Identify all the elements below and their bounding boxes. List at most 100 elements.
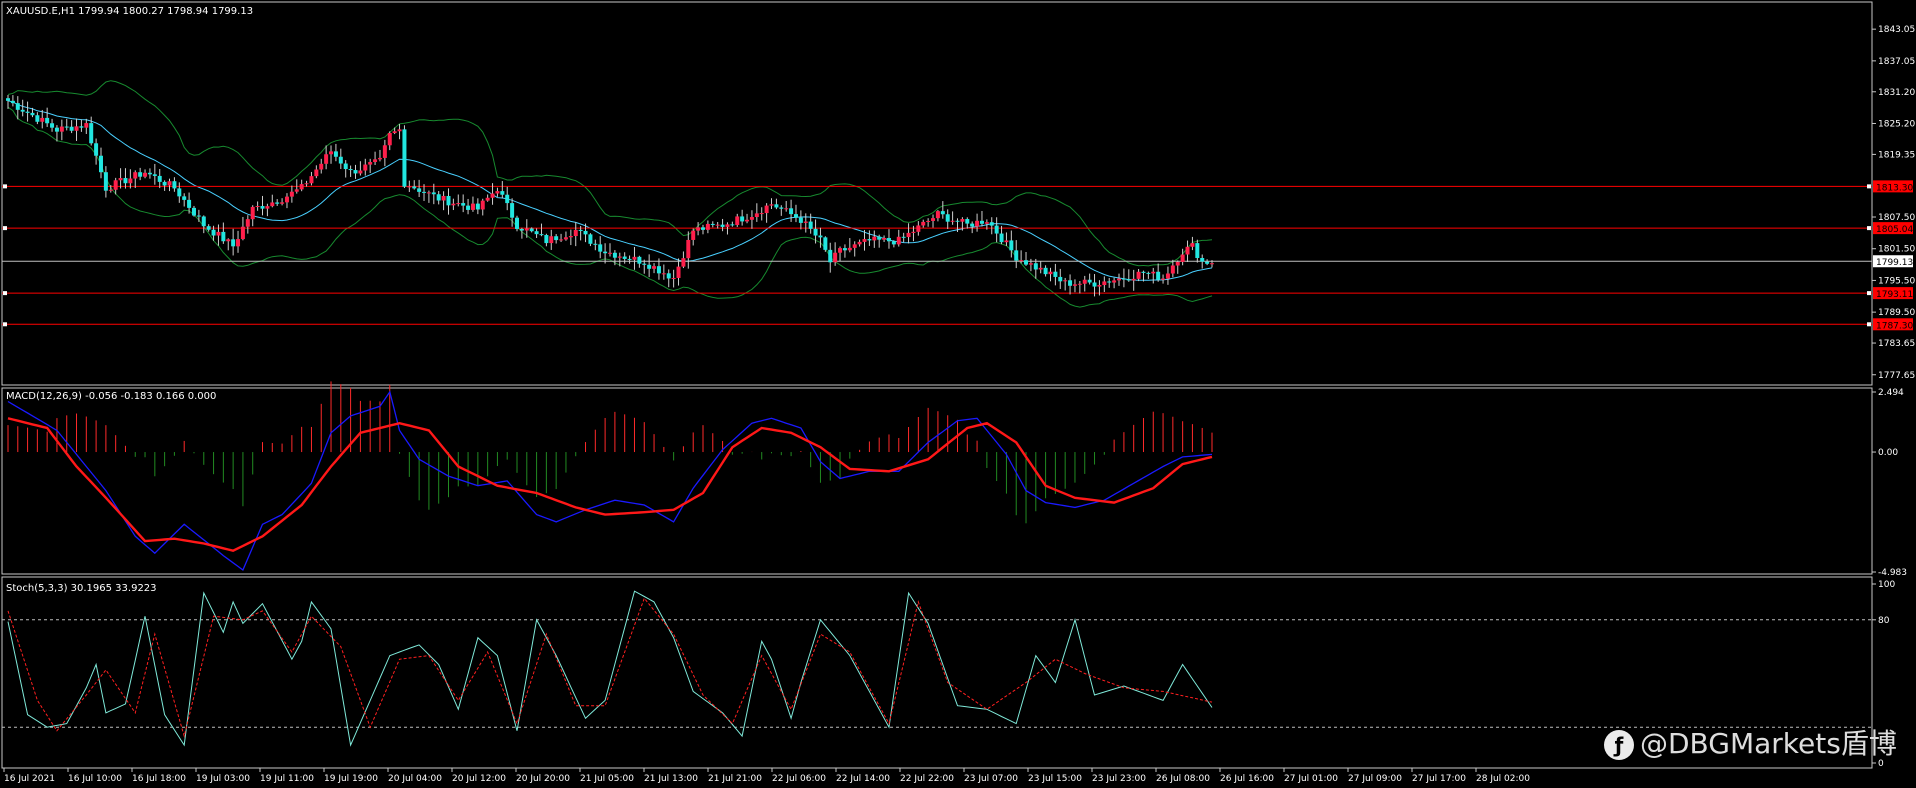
candle-body xyxy=(446,195,451,206)
candle-body xyxy=(1117,278,1122,281)
candle-body xyxy=(1121,278,1126,280)
price-tick-label: 1789.50 xyxy=(1878,308,1915,318)
candle-body xyxy=(373,159,378,163)
candle-body xyxy=(940,211,945,215)
level-handle-left-3 xyxy=(3,322,7,327)
candle-body xyxy=(231,239,236,247)
candle-body xyxy=(470,203,475,210)
candle-body xyxy=(451,203,456,206)
level-handle-right-3 xyxy=(1867,322,1871,327)
candle-body xyxy=(818,235,823,238)
candle-body xyxy=(30,112,35,116)
candle-body xyxy=(182,196,187,200)
candle-body xyxy=(294,189,299,192)
candle-body xyxy=(1205,261,1210,264)
candle-body xyxy=(157,175,162,182)
candle-body xyxy=(529,228,534,232)
candle-body xyxy=(1068,280,1073,286)
price-tick-label: 1843.05 xyxy=(1878,25,1915,35)
candle-body xyxy=(710,223,715,225)
candle-body xyxy=(103,172,108,191)
candle-body xyxy=(774,204,779,208)
time-tick-label: 23 Jul 07:00 xyxy=(964,774,1018,784)
candle-body xyxy=(143,172,148,177)
price-panel-header: XAUUSD.E,H1 1799.94 1800.27 1798.94 1799… xyxy=(6,6,253,17)
candle-body xyxy=(965,219,970,224)
time-tick-label: 16 Jul 10:00 xyxy=(68,774,122,784)
candle-body xyxy=(921,221,926,226)
candle-body xyxy=(89,123,94,144)
candle-body xyxy=(867,239,872,241)
candle-body xyxy=(720,224,725,227)
time-tick-label: 20 Jul 20:00 xyxy=(516,774,570,784)
candle-body xyxy=(211,229,216,236)
candle-body xyxy=(123,178,128,184)
candle-body xyxy=(647,264,652,269)
candle-body xyxy=(368,162,373,165)
candle-body xyxy=(534,231,539,235)
time-tick-label: 21 Jul 21:00 xyxy=(708,774,762,784)
candle-body xyxy=(823,237,828,250)
price-tick-label: 1831.20 xyxy=(1878,88,1915,98)
candle-body xyxy=(896,236,901,245)
candle-body xyxy=(882,238,887,240)
candle-body xyxy=(162,181,167,186)
candle-body xyxy=(769,204,774,206)
candle-body xyxy=(676,266,681,278)
price-tick-label: 1783.65 xyxy=(1878,339,1915,349)
candle-body xyxy=(735,216,740,225)
candle-body xyxy=(128,178,133,184)
candle-body xyxy=(461,203,466,206)
candle-body xyxy=(113,180,118,190)
candle-body xyxy=(950,220,955,222)
candle-body xyxy=(877,236,882,240)
candle-body xyxy=(524,228,529,231)
candle-body xyxy=(456,203,461,205)
candle-body xyxy=(975,220,980,227)
candle-body xyxy=(1210,263,1214,265)
candle-body xyxy=(363,164,368,171)
time-tick-label: 22 Jul 22:00 xyxy=(900,774,954,784)
candle-body xyxy=(563,237,568,240)
candle-body xyxy=(98,155,103,173)
candle-body xyxy=(167,181,172,186)
candle-body xyxy=(422,191,427,193)
time-tick-label: 22 Jul 06:00 xyxy=(772,774,826,784)
candle-body xyxy=(1028,263,1033,265)
candle-body xyxy=(544,235,549,244)
candle-body xyxy=(1131,278,1136,281)
level-tag-text-2: 1793.11 xyxy=(1876,290,1913,300)
candle-body xyxy=(1195,243,1200,258)
candle-body xyxy=(15,103,20,110)
candle-body xyxy=(926,220,931,222)
time-tick-label: 21 Jul 13:00 xyxy=(644,774,698,784)
candle-body xyxy=(240,226,245,240)
candle-body xyxy=(1136,271,1141,279)
candle-body xyxy=(353,170,358,174)
level-handle-left-2 xyxy=(3,291,7,296)
candle-body xyxy=(221,231,226,242)
candle-body xyxy=(431,192,436,195)
macd-tick-label: 0.00 xyxy=(1878,448,1898,458)
price-tick-label: 1819.35 xyxy=(1878,150,1915,160)
level-handle-left-0 xyxy=(3,184,7,189)
candle-body xyxy=(510,203,515,218)
candle-body xyxy=(270,202,275,207)
level-handle-right-0 xyxy=(1867,184,1871,189)
candle-body xyxy=(1161,278,1166,280)
candle-body xyxy=(1126,279,1131,281)
candle-body xyxy=(661,273,666,275)
candle-body xyxy=(319,163,324,170)
candle-body xyxy=(1072,284,1077,286)
candle-body xyxy=(500,191,505,195)
trading-chart[interactable]: 1813.30 1805.04 1793.11 1787.30 1799.13 1843… xyxy=(0,0,1916,788)
level-handle-right-1 xyxy=(1867,226,1871,231)
candle-body xyxy=(916,225,921,232)
price-tick-label: 1795.50 xyxy=(1878,276,1915,286)
candle-body xyxy=(59,126,64,132)
candle-body xyxy=(886,238,891,242)
candle-body xyxy=(172,181,177,189)
level-tag-text-0: 1813.30 xyxy=(1876,183,1913,193)
candle-body xyxy=(1087,279,1092,283)
candle-body xyxy=(25,111,30,113)
